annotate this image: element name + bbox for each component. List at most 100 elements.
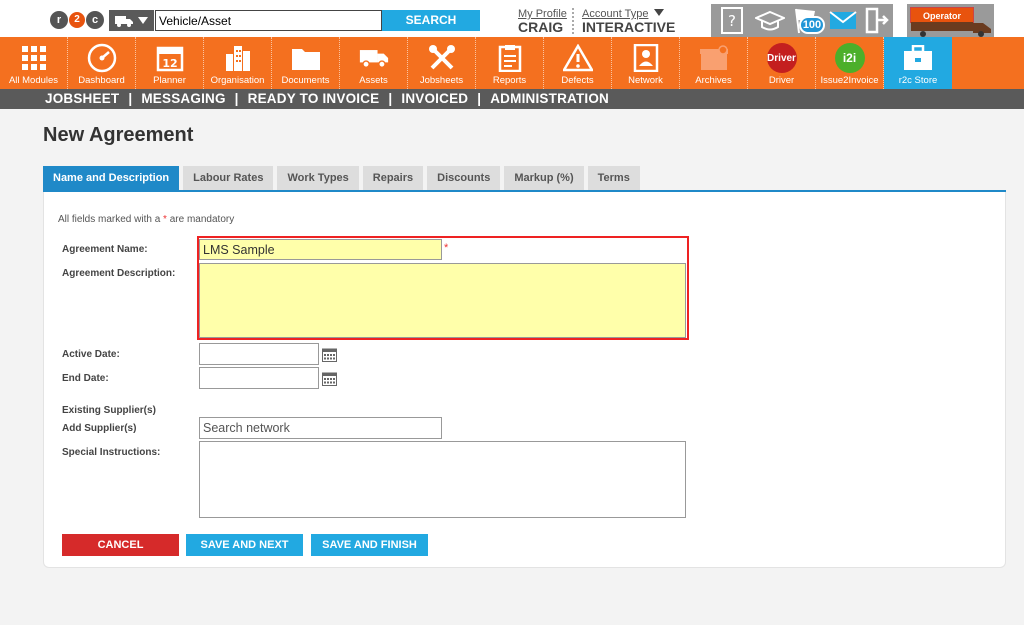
- speedometer-icon: [87, 43, 116, 73]
- calendar-icon[interactable]: [322, 371, 337, 386]
- module-label: Documents: [281, 75, 330, 86]
- building-icon: [225, 46, 250, 71]
- module-label: All Modules: [8, 75, 59, 86]
- tools-icon: [428, 45, 455, 70]
- end-date-label: End Date:: [62, 373, 109, 384]
- add-suppliers-search-input[interactable]: [199, 417, 442, 439]
- module-r2c-store[interactable]: r2c Store: [884, 37, 952, 89]
- tab-terms[interactable]: Terms: [587, 166, 640, 191]
- active-date-input[interactable]: [199, 343, 319, 365]
- agreement-tabs: Name and Description Labour Rates Work T…: [43, 166, 644, 191]
- module-network[interactable]: Network: [612, 37, 680, 89]
- save-and-finish-button[interactable]: SAVE AND FINISH: [311, 534, 428, 556]
- module-label: Reports: [492, 75, 527, 86]
- grid-icon: [21, 46, 46, 70]
- tab-discounts[interactable]: Discounts: [427, 166, 501, 191]
- top-bar: r 2 c SEARCH My Profile CRAIG Account Ty…: [0, 0, 1024, 37]
- chevron-down-icon: [137, 16, 148, 24]
- special-instructions-label: Special Instructions:: [62, 447, 161, 458]
- operator-label: Operator: [910, 7, 974, 23]
- module-label: Assets: [359, 75, 388, 86]
- module-defects[interactable]: Defects: [544, 37, 612, 89]
- module-issue2invoice[interactable]: i2i Issue2Invoice: [816, 37, 884, 89]
- tab-work-types[interactable]: Work Types: [277, 166, 359, 191]
- mandatory-star: *: [163, 214, 167, 225]
- module-label: Planner: [153, 75, 186, 86]
- subnav-jobsheet[interactable]: JOBSHEET: [45, 91, 119, 106]
- tab-labour-rates[interactable]: Labour Rates: [183, 166, 274, 191]
- briefcase-icon: [904, 45, 932, 70]
- module-label: Dashboard: [78, 75, 125, 86]
- vehicle-type-selector[interactable]: [109, 10, 154, 31]
- special-instructions-textarea[interactable]: [199, 441, 686, 518]
- agreement-description-label: Agreement Description:: [62, 268, 176, 279]
- module-label: Defects: [561, 75, 594, 86]
- subnav-messaging[interactable]: MESSAGING: [141, 91, 225, 106]
- operator-panel[interactable]: Operator: [907, 4, 994, 37]
- my-profile[interactable]: My Profile CRAIG: [518, 8, 567, 35]
- agreement-name-input[interactable]: [199, 239, 442, 260]
- search-button[interactable]: SEARCH: [382, 10, 480, 31]
- save-and-next-button[interactable]: SAVE AND NEXT: [186, 534, 303, 556]
- subnav-invoiced[interactable]: INVOICED: [401, 91, 468, 106]
- truck-icon: [359, 50, 388, 68]
- warning-icon: [562, 44, 593, 72]
- planner-day: 12: [162, 57, 177, 70]
- required-star: *: [444, 242, 449, 254]
- existing-suppliers-label: Existing Supplier(s): [62, 405, 156, 416]
- tab-name-and-description[interactable]: Name and Description: [43, 166, 180, 191]
- clipboard-icon: [498, 45, 521, 72]
- module-jobsheets[interactable]: Jobsheets: [408, 37, 476, 89]
- end-date-input[interactable]: [199, 367, 319, 389]
- truck-icon: [115, 15, 134, 27]
- account-type[interactable]: Account Type INTERACTIVE: [582, 8, 675, 35]
- r2c-logo[interactable]: r 2 c: [50, 10, 104, 30]
- operator-truck-icon: [911, 22, 991, 37]
- notification-count-badge: 100: [799, 16, 825, 34]
- module-label: r2c Store: [898, 75, 938, 86]
- active-date-label: Active Date:: [62, 349, 120, 360]
- graduation-cap-icon[interactable]: [755, 10, 785, 32]
- module-all-modules[interactable]: All Modules: [0, 37, 68, 89]
- cancel-button[interactable]: CANCEL: [62, 534, 179, 556]
- agreement-description-textarea[interactable]: [199, 263, 686, 338]
- module-label: Jobsheets: [419, 75, 464, 86]
- module-planner[interactable]: 12 Planner: [136, 37, 204, 89]
- module-archives[interactable]: Archives: [680, 37, 748, 89]
- i2i-logo-icon: i2i: [834, 43, 865, 73]
- driver-logo-icon: Driver: [766, 43, 797, 73]
- module-label: Issue2Invoice: [820, 75, 879, 86]
- help-book-icon[interactable]: ?: [721, 7, 743, 34]
- logout-icon[interactable]: [865, 7, 889, 34]
- svg-text:?: ?: [728, 12, 736, 30]
- vehicle-asset-search-input[interactable]: [155, 10, 382, 31]
- module-label: Archives: [695, 75, 732, 86]
- mandatory-note: All fields marked with a * are mandatory: [58, 214, 235, 225]
- agreement-name-label: Agreement Name:: [62, 244, 148, 255]
- module-label: Organisation: [210, 75, 265, 86]
- chevron-down-icon[interactable]: [653, 9, 664, 17]
- calendar-icon[interactable]: [322, 347, 337, 362]
- module-reports[interactable]: Reports: [476, 37, 544, 89]
- divider: [572, 8, 574, 34]
- tab-markup[interactable]: Markup (%): [504, 166, 584, 191]
- calendar-icon: 12: [156, 46, 183, 72]
- mail-icon[interactable]: [829, 11, 857, 30]
- module-label: Driver: [768, 75, 795, 86]
- account-type-value: INTERACTIVE: [582, 19, 676, 35]
- folder-icon: [291, 49, 320, 70]
- contact-card-icon: [633, 44, 658, 72]
- module-label: Network: [628, 75, 663, 86]
- module-documents[interactable]: Documents: [272, 37, 340, 89]
- module-driver[interactable]: Driver Driver: [748, 37, 816, 89]
- archive-box-icon: [699, 45, 728, 70]
- tab-repairs[interactable]: Repairs: [362, 166, 424, 191]
- add-suppliers-label: Add Supplier(s): [62, 423, 137, 434]
- module-organisation[interactable]: Organisation: [204, 37, 272, 89]
- subnav-ready-to-invoice[interactable]: READY TO INVOICE: [248, 91, 380, 106]
- module-assets[interactable]: Assets: [340, 37, 408, 89]
- module-dashboard[interactable]: Dashboard: [68, 37, 136, 89]
- module-navigation: All Modules Dashboard 12 Planner Organis…: [0, 37, 1024, 89]
- page-title: New Agreement: [43, 124, 194, 146]
- subnav-administration[interactable]: ADMINISTRATION: [490, 91, 609, 106]
